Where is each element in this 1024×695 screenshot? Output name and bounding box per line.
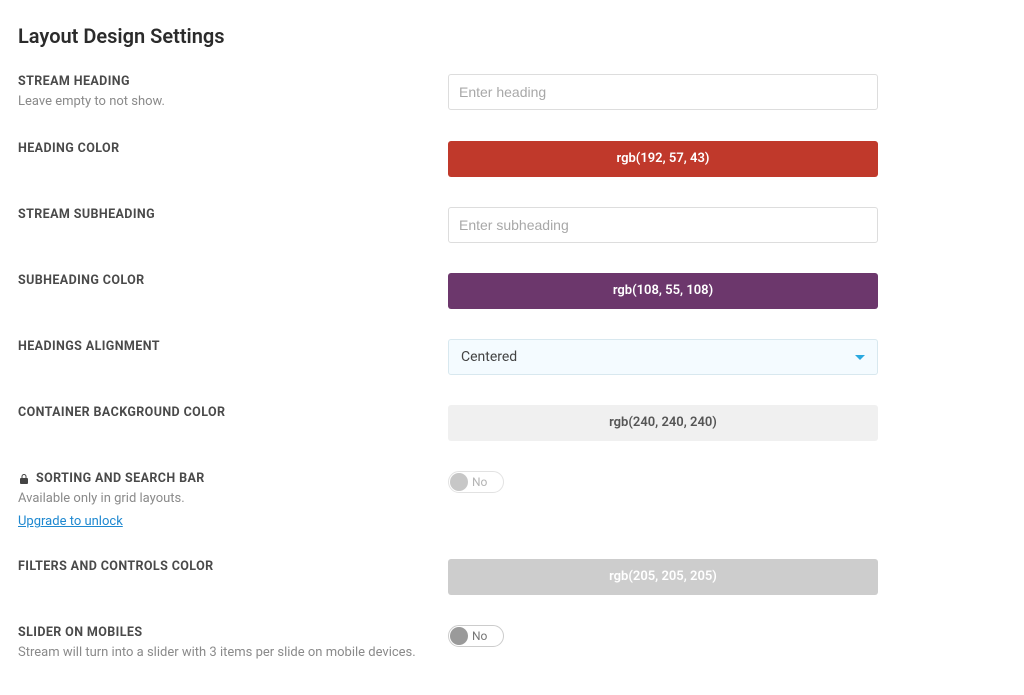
heading-color-label: HEADING COLOR <box>18 141 428 156</box>
field-filters-controls-color: FILTERS AND CONTROLS COLOR rgb(205, 205,… <box>18 559 1004 595</box>
sorting-search-help: Available only in grid layouts. <box>18 490 428 508</box>
sorting-search-label: SORTING AND SEARCH BAR <box>36 471 205 486</box>
slider-mobiles-label: SLIDER ON MOBILES <box>18 625 428 640</box>
slider-mobiles-toggle[interactable]: No <box>448 625 504 647</box>
filters-controls-label: FILTERS AND CONTROLS COLOR <box>18 559 428 574</box>
slider-mobiles-help: Stream will turn into a slider with 3 it… <box>18 644 428 662</box>
toggle-knob <box>450 473 468 491</box>
field-stream-heading: STREAM HEADING Leave empty to not show. <box>18 74 1004 111</box>
field-subheading-color: SUBHEADING COLOR rgb(108, 55, 108) <box>18 273 1004 309</box>
heading-color-swatch[interactable]: rgb(192, 57, 43) <box>448 141 878 177</box>
headings-alignment-select[interactable]: Centered <box>448 339 878 375</box>
field-slider-on-mobiles: SLIDER ON MOBILES Stream will turn into … <box>18 625 1004 662</box>
field-sorting-search-bar: SORTING AND SEARCH BAR Available only in… <box>18 471 1004 529</box>
slider-mobiles-toggle-label: No <box>472 629 487 643</box>
stream-heading-label: STREAM HEADING <box>18 74 428 89</box>
headings-alignment-label: HEADINGS ALIGNMENT <box>18 339 428 354</box>
field-container-bg-color: CONTAINER BACKGROUND COLOR rgb(240, 240,… <box>18 405 1004 441</box>
filters-controls-swatch[interactable]: rgb(205, 205, 205) <box>448 559 878 595</box>
upgrade-to-unlock-link[interactable]: Upgrade to unlock <box>18 514 123 529</box>
sorting-search-toggle-label: No <box>472 475 487 489</box>
subheading-color-swatch[interactable]: rgb(108, 55, 108) <box>448 273 878 309</box>
stream-subheading-label: STREAM SUBHEADING <box>18 207 428 222</box>
layout-design-settings-panel: Layout Design Settings STREAM HEADING Le… <box>0 0 1024 695</box>
stream-heading-help: Leave empty to not show. <box>18 93 428 111</box>
container-bg-label: CONTAINER BACKGROUND COLOR <box>18 405 428 420</box>
field-headings-alignment: HEADINGS ALIGNMENT Centered <box>18 339 1004 375</box>
sorting-search-toggle: No <box>448 471 504 493</box>
page-title: Layout Design Settings <box>18 24 1004 48</box>
field-heading-color: HEADING COLOR rgb(192, 57, 43) <box>18 141 1004 177</box>
field-stream-subheading: STREAM SUBHEADING <box>18 207 1004 243</box>
stream-heading-input[interactable] <box>448 74 878 110</box>
lock-icon <box>18 473 30 485</box>
chevron-down-icon <box>855 355 865 360</box>
container-bg-swatch[interactable]: rgb(240, 240, 240) <box>448 405 878 441</box>
headings-alignment-selected: Centered <box>461 349 517 365</box>
subheading-color-label: SUBHEADING COLOR <box>18 273 428 288</box>
stream-subheading-input[interactable] <box>448 207 878 243</box>
toggle-knob <box>450 627 468 645</box>
